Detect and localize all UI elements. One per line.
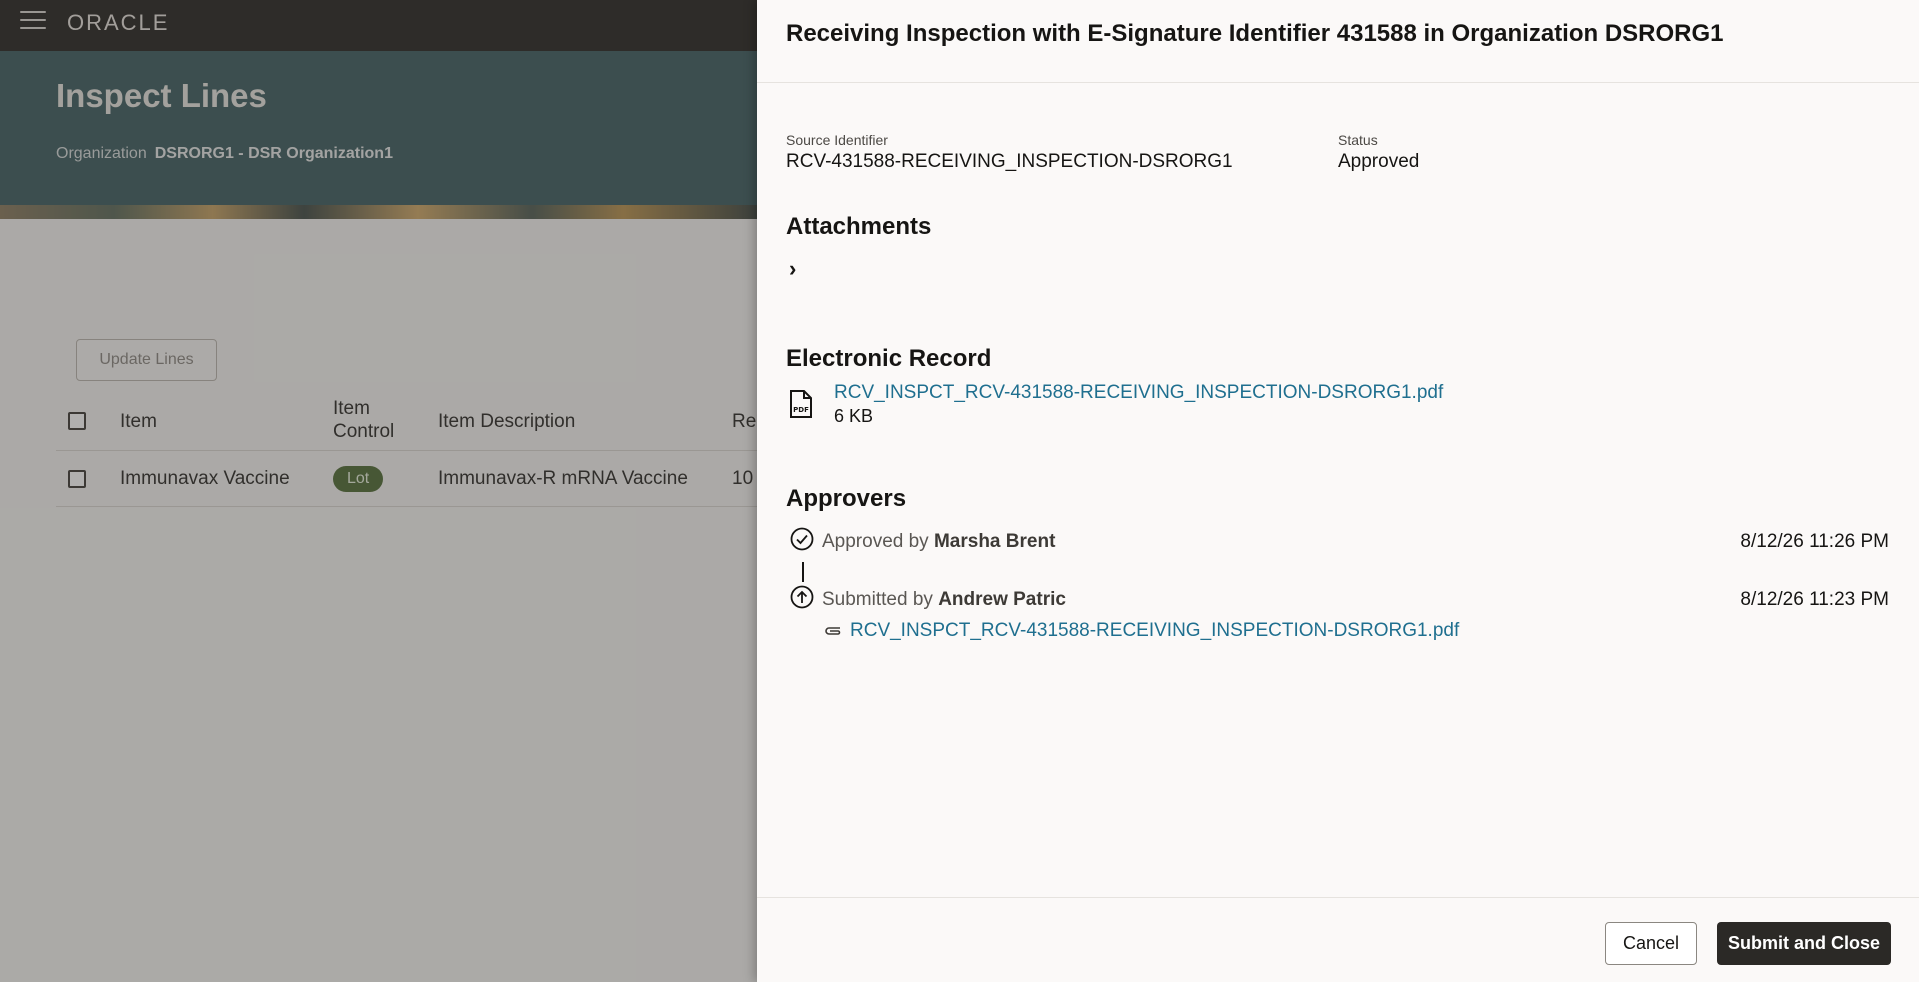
- approver-name: Marsha Brent: [933, 531, 1056, 552]
- e-signature-drawer: Receiving Inspection with E-Signature Id…: [757, 0, 1919, 982]
- approver-action: Approved by: [822, 531, 929, 552]
- check-circle-icon: [790, 527, 814, 551]
- status-label: Status: [1338, 132, 1378, 148]
- drawer-footer-divider: [757, 897, 1919, 898]
- arrow-up-circle-icon: [790, 585, 814, 609]
- cancel-button[interactable]: Cancel: [1605, 922, 1697, 965]
- paperclip-icon: [825, 627, 841, 635]
- approvers-heading: Approvers: [786, 485, 907, 512]
- approval-timeline-connector: [802, 562, 804, 582]
- drawer-divider: [757, 82, 1919, 83]
- approver-submitted: Submitted by Andrew Patric: [822, 589, 1066, 611]
- approver-name: Andrew Patric: [938, 589, 1066, 610]
- approver-date: 8/12/26 11:26 PM: [1740, 531, 1889, 552]
- drawer-title: Receiving Inspection with E-Signature Id…: [786, 20, 1724, 47]
- source-identifier-label: Source Identifier: [786, 132, 888, 148]
- chevron-right-icon[interactable]: ›: [789, 256, 796, 282]
- submission-attachment-link[interactable]: RCV_INSPCT_RCV-431588-RECEIVING_INSPECTI…: [850, 620, 1459, 642]
- electronic-record-file-size: 6 KB: [834, 406, 874, 426]
- svg-text:PDF: PDF: [793, 406, 809, 414]
- approver-approved: Approved by Marsha Brent: [822, 531, 1055, 553]
- attachments-heading: Attachments: [786, 213, 932, 240]
- submit-and-close-button[interactable]: Submit and Close: [1717, 922, 1891, 965]
- source-identifier-value: RCV-431588-RECEIVING_INSPECTION-DSRORG1: [786, 151, 1233, 172]
- status-value: Approved: [1338, 151, 1420, 172]
- approver-date: 8/12/26 11:23 PM: [1740, 589, 1889, 610]
- electronic-record-file-link[interactable]: RCV_INSPCT_RCV-431588-RECEIVING_INSPECTI…: [834, 382, 1443, 404]
- pdf-file-icon: PDF: [790, 390, 812, 418]
- electronic-record-heading: Electronic Record: [786, 345, 992, 372]
- modal-scrim[interactable]: [0, 0, 760, 982]
- approver-action: Submitted by: [822, 589, 933, 610]
